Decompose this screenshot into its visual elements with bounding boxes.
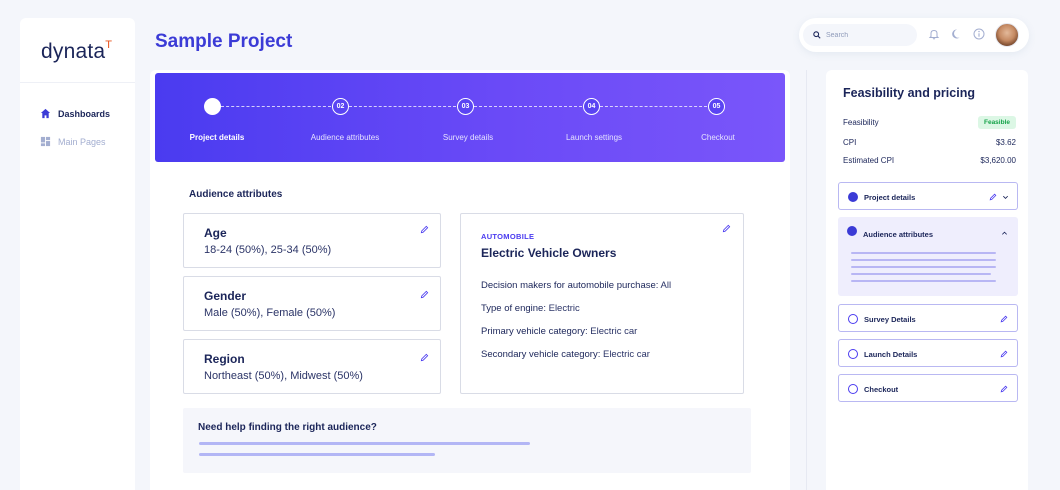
placeholder-line (199, 442, 530, 445)
attribute-card-age[interactable]: Age 18-24 (50%), 25-34 (50%) (183, 213, 441, 268)
pencil-icon[interactable] (722, 224, 731, 233)
home-icon (40, 108, 51, 119)
pencil-icon[interactable] (989, 193, 997, 201)
dynata-logo[interactable]: dynataT (41, 39, 112, 64)
search-box[interactable] (803, 24, 917, 46)
avatar[interactable] (995, 23, 1019, 47)
step-status-dot (847, 226, 857, 236)
grid-icon (40, 136, 51, 147)
feasibility-title: Feasibility and pricing (843, 86, 975, 100)
placeholder-line (199, 453, 435, 456)
attribute-row: Decision makers for automobile purchase:… (481, 280, 672, 291)
estimated-cpi-value: $3,620.00 (980, 156, 1016, 165)
step-label-survey-details[interactable]: Survey details (443, 133, 493, 142)
accordion-label: Checkout (864, 385, 899, 394)
attribute-title: Age (204, 226, 227, 240)
step-connector (221, 106, 331, 107)
sidebar-item-label: Main Pages (58, 136, 106, 147)
attribute-row: Secondary vehicle category: Electric car (481, 349, 650, 360)
search-input[interactable] (826, 31, 906, 39)
attribute-card-region[interactable]: Region Northeast (50%), Midwest (50%) (183, 339, 441, 394)
page-title: Sample Project (155, 31, 293, 52)
cpi-value: $3.62 (995, 138, 1016, 147)
automobile-attribute-card[interactable]: AUTOMOBILE Electric Vehicle Owners Decis… (460, 213, 744, 394)
step-status-dot (848, 349, 858, 359)
chevron-down-icon[interactable] (1002, 194, 1009, 201)
cpi-row: CPI $3.62 (843, 138, 1016, 147)
sidebar-divider (20, 82, 135, 83)
step-label-launch-settings[interactable]: Launch settings (566, 133, 622, 142)
sidebar-item-dashboards[interactable]: Dashboards (40, 108, 110, 119)
accordion-launch-details[interactable]: Launch Details (838, 339, 1018, 367)
attribute-value: Male (50%), Female (50%) (204, 307, 336, 319)
attribute-value: 18-24 (50%), 25-34 (50%) (204, 244, 332, 256)
cpi-label: CPI (843, 138, 857, 147)
pencil-icon[interactable] (1000, 385, 1008, 393)
step-status-dot (848, 314, 858, 324)
placeholder-line (851, 252, 996, 254)
attribute-value: Northeast (50%), Midwest (50%) (204, 370, 363, 382)
pencil-icon[interactable] (420, 353, 429, 362)
step-status-dot (848, 384, 858, 394)
accordion-label: Survey Details (864, 315, 916, 324)
help-question: Need help finding the right audience? (198, 422, 377, 433)
step-connector (349, 106, 456, 107)
accordion-audience-attributes[interactable]: Audience attributes (838, 217, 1018, 296)
attribute-title: Gender (204, 289, 247, 303)
placeholder-line (851, 273, 991, 275)
attribute-card-gender[interactable]: Gender Male (50%), Female (50%) (183, 276, 441, 331)
step-1-dot[interactable] (204, 98, 221, 115)
pencil-icon[interactable] (1000, 350, 1008, 358)
progress-stepper: 02 03 04 05 Project details Audience att… (155, 73, 785, 162)
step-5-dot[interactable]: 05 (708, 98, 725, 115)
help-panel: Need help finding the right audience? (183, 408, 751, 473)
step-2-dot[interactable]: 02 (332, 98, 349, 115)
accordion-checkout[interactable]: Checkout (838, 374, 1018, 402)
chevron-up-icon[interactable] (1001, 230, 1008, 237)
pencil-icon[interactable] (1000, 315, 1008, 323)
step-label-checkout[interactable]: Checkout (701, 133, 735, 142)
accordion-survey-details[interactable]: Survey Details (838, 304, 1018, 332)
section-title: Audience attributes (189, 189, 283, 200)
audience-name: Electric Vehicle Owners (481, 246, 617, 260)
step-4-dot[interactable]: 04 (583, 98, 600, 115)
step-connector (600, 106, 707, 107)
accordion-label: Audience attributes (863, 230, 934, 239)
estimated-cpi-row: Estimated CPI $3,620.00 (843, 156, 1016, 165)
status-badge: Feasible (977, 116, 1016, 129)
placeholder-line (851, 259, 996, 261)
pencil-icon[interactable] (420, 290, 429, 299)
step-connector (474, 106, 582, 107)
feasibility-label: Feasibility (843, 118, 879, 127)
bell-icon[interactable] (928, 28, 940, 40)
sidebar-item-main-pages[interactable]: Main Pages (40, 136, 106, 147)
step-label-audience-attributes[interactable]: Audience attributes (311, 133, 380, 142)
sidebar: dynataT Dashboards Main Pages (20, 18, 135, 490)
sidebar-item-label: Dashboards (58, 108, 111, 119)
info-icon[interactable] (973, 28, 985, 40)
attribute-row: Primary vehicle category: Electric car (481, 326, 638, 337)
feasibility-row: Feasibility Feasible (843, 116, 1016, 129)
attribute-title: Region (204, 352, 245, 366)
estimated-cpi-label: Estimated CPI (843, 156, 895, 165)
moon-icon[interactable] (951, 28, 963, 40)
placeholder-line (851, 266, 996, 268)
step-3-dot[interactable]: 03 (457, 98, 474, 115)
step-label-project-details[interactable]: Project details (190, 133, 245, 142)
pencil-icon[interactable] (420, 225, 429, 234)
search-icon (813, 31, 821, 39)
step-status-dot (848, 192, 858, 202)
placeholder-line (851, 280, 996, 282)
accordion-label: Project details (864, 193, 916, 202)
attribute-row: Type of engine: Electric (481, 303, 580, 314)
panel-divider (806, 70, 807, 490)
top-toolbar (799, 18, 1029, 52)
accordion-label: Launch Details (864, 350, 918, 359)
accordion-project-details[interactable]: Project details (838, 182, 1018, 210)
category-tag: AUTOMOBILE (481, 232, 535, 241)
